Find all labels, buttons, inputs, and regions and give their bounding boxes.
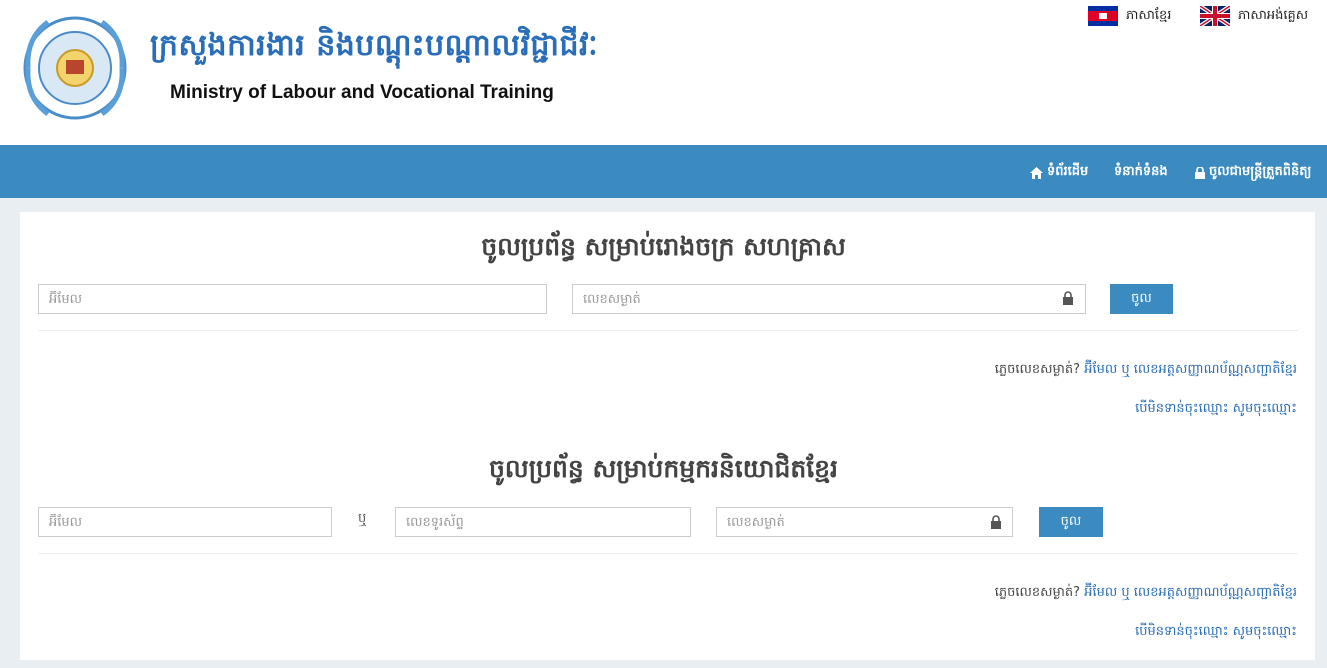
lock-icon <box>1063 291 1073 305</box>
ministry-logo <box>23 16 127 120</box>
main-navbar: ទំព័រដើម ទំនាក់ទំនង ចូលជាមន្ត្រីត្រួតពិន… <box>0 145 1327 198</box>
nav-contact-label: ទំនាក់ទំនង <box>1114 164 1168 179</box>
language-khmer-link[interactable]: ភាសាខ្មែរ <box>1088 6 1171 26</box>
nav-contact[interactable]: ទំនាក់ទំនង <box>1114 163 1168 182</box>
ministry-title-english: Ministry of Labour and Vocational Traini… <box>170 82 554 103</box>
site-header: ក្រសួងការងារ និងបណ្តុះបណ្តាលវិជ្ជាជីវៈ M… <box>0 0 1327 145</box>
language-english-label: ភាសាអង់គ្លេស <box>1238 7 1309 23</box>
enterprise-register-link[interactable]: បើមិនទាន់ចុះឈ្មោះ សូមចុះឈ្មោះ <box>1135 401 1297 416</box>
worker-forgot-link[interactable]: អ៊ីមែល ឬ លេខអត្តសញ្ញាណប័ណ្ណសញ្ជាតិខ្មែរ <box>1084 585 1297 600</box>
worker-forgot-line: ភ្លេចលេខសម្ងាត់? អ៊ីមែល ឬ លេខអត្តសញ្ញាណប… <box>995 584 1297 603</box>
cambodia-flag-icon <box>1088 6 1118 26</box>
worker-email-input[interactable] <box>38 507 332 537</box>
worker-login-button[interactable]: ចូល <box>1039 507 1103 537</box>
forgot-password-label: ភ្លេចលេខសម្ងាត់? <box>994 585 1081 600</box>
enterprise-password-input[interactable] <box>572 284 1086 314</box>
lock-icon <box>1195 166 1205 179</box>
divider <box>38 553 1298 554</box>
forgot-password-label: ភ្លេចលេខសម្ងាត់? <box>994 362 1081 377</box>
home-icon <box>1030 166 1043 179</box>
worker-register-line: បើមិនទាន់ចុះឈ្មោះ សូមចុះឈ្មោះ <box>1135 623 1297 642</box>
enterprise-forgot-link[interactable]: អ៊ីមែល ឬ លេខអត្តសញ្ញាណប័ណ្ណសញ្ជាតិខ្មែរ <box>1084 362 1297 377</box>
language-khmer-label: ភាសាខ្មែរ <box>1126 7 1172 23</box>
nav-home-label: ទំព័រដើម <box>1047 164 1089 179</box>
nav-home[interactable]: ទំព័រដើម <box>1030 163 1088 182</box>
ministry-title-khmer: ក្រសួងការងារ និងបណ្តុះបណ្តាលវិជ្ជាជីវៈ <box>150 28 599 63</box>
worker-register-link[interactable]: បើមិនទាន់ចុះឈ្មោះ សូមចុះឈ្មោះ <box>1135 624 1297 639</box>
nav-officer-login[interactable]: ចូលជាមន្ត្រីត្រួតពិនិត្យ <box>1195 163 1311 182</box>
language-english-link[interactable]: ភាសាអង់គ្លេស <box>1200 6 1308 26</box>
enterprise-forgot-line: ភ្លេចលេខសម្ងាត់? អ៊ីមែល ឬ លេខអត្តសញ្ញាណប… <box>995 361 1297 380</box>
or-label: ឬ <box>358 511 367 526</box>
worker-phone-input[interactable] <box>395 507 691 537</box>
enterprise-login-title: ចូលប្រព័ន្ធ សម្រាប់រោងចក្រ សហគ្រាស <box>481 232 846 261</box>
worker-login-title: ចូលប្រព័ន្ធ សម្រាប់កម្មករនិយោជិតខ្មែរ <box>489 454 838 483</box>
lock-icon <box>991 515 1001 529</box>
enterprise-register-line: បើមិនទាន់ចុះឈ្មោះ សូមចុះឈ្មោះ <box>1135 400 1297 419</box>
nav-officer-login-label: ចូលជាមន្ត្រីត្រួតពិនិត្យ <box>1209 164 1312 179</box>
divider <box>38 330 1298 331</box>
worker-password-input[interactable] <box>716 507 1013 537</box>
enterprise-login-button[interactable]: ចូល <box>1110 284 1173 314</box>
uk-flag-icon <box>1200 6 1230 26</box>
enterprise-email-input[interactable] <box>38 284 547 314</box>
